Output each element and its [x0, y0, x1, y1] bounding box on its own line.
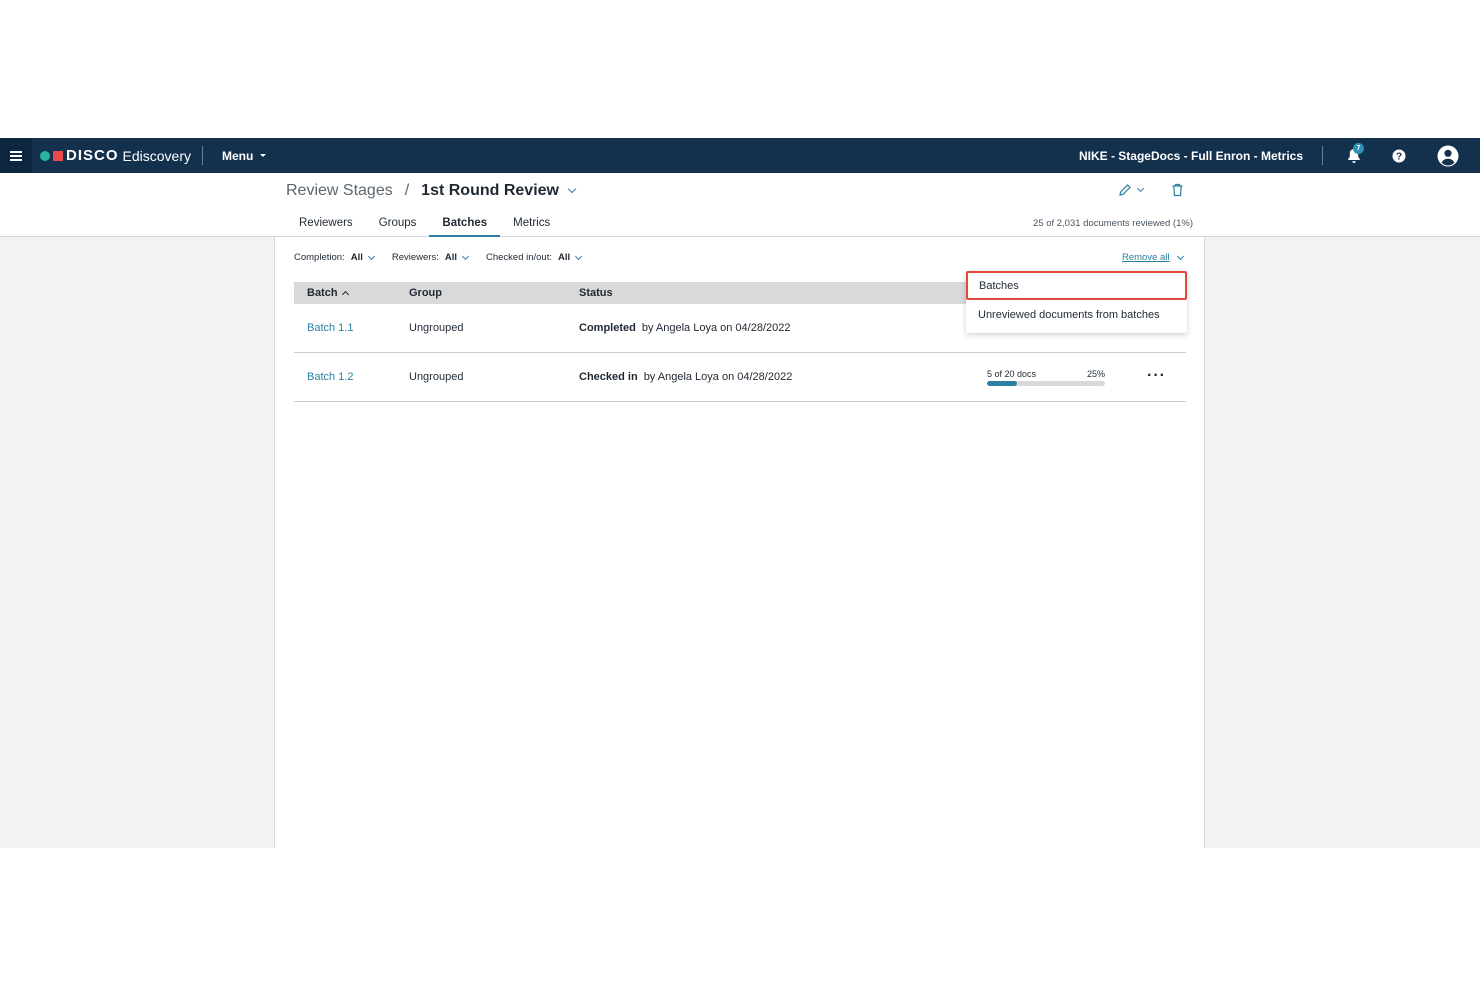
help-button[interactable]: ?: [1391, 138, 1407, 173]
progress-indicator: 5 of 20 docs 25%: [987, 369, 1105, 386]
notification-badge: 7: [1353, 143, 1364, 154]
completion-filter-label: Completion:: [294, 252, 345, 263]
status-detail: by Angela Loya on 04/28/2022: [643, 371, 793, 383]
delete-button[interactable]: [1171, 183, 1184, 202]
chevron-down-icon: [461, 252, 470, 260]
remove-all-button[interactable]: Remove all: [1122, 252, 1184, 263]
completion-filter-value: All: [350, 252, 363, 263]
group-cell: Ungrouped: [409, 371, 464, 383]
filter-bar: Completion: All Reviewers: All Checked i…: [294, 252, 599, 263]
dropdown-item-batches[interactable]: Batches: [966, 271, 1187, 300]
breadcrumb-review-stages[interactable]: Review Stages: [286, 182, 393, 200]
more-options-icon[interactable]: ···: [1129, 367, 1166, 384]
breadcrumb: Review Stages / 1st Round Review: [286, 182, 577, 200]
sort-ascending-icon: [341, 290, 349, 299]
status-value: Completed: [579, 322, 636, 334]
column-header-group[interactable]: Group: [409, 287, 579, 299]
reviewers-filter-value: All: [444, 252, 457, 263]
app-window: DISCO Ediscovery Menu NIKE - StageDocs -…: [0, 138, 1480, 848]
user-avatar[interactable]: [1436, 138, 1460, 173]
menu-button[interactable]: Menu: [222, 138, 267, 173]
breadcrumb-separator: /: [404, 182, 410, 199]
progress-docs-label: 5 of 20 docs: [987, 368, 1037, 379]
logo-sub: Ediscovery: [122, 147, 191, 164]
status-cell: Completed by Angela Loya on 04/28/2022: [579, 322, 987, 334]
progress-percent-label: 25%: [1086, 368, 1105, 379]
page-header: Review Stages / 1st Round Review Reviewe…: [0, 173, 1480, 238]
dropdown-item-unreviewed-documents[interactable]: Unreviewed documents from batches: [966, 300, 1187, 329]
chevron-down-icon[interactable]: [567, 184, 577, 194]
checked-filter-label: Checked in/out:: [485, 252, 552, 263]
svg-text:?: ?: [1396, 151, 1402, 162]
notifications-button[interactable]: 7: [1343, 138, 1365, 173]
table-row: Batch 1.2 Ungrouped Checked in by Angela …: [294, 353, 1186, 402]
chevron-down-icon: [367, 252, 375, 260]
chevron-down-icon: [575, 252, 583, 260]
status-cell: Checked in by Angela Loya on 04/28/2022: [579, 371, 987, 383]
group-cell: Ungrouped: [409, 322, 464, 334]
logo-square: [53, 150, 63, 161]
tab-reviewers[interactable]: Reviewers: [286, 209, 366, 237]
chevron-down-icon: [1136, 184, 1145, 193]
chevron-down-icon: [1176, 252, 1184, 260]
hamburger-menu-icon[interactable]: [0, 138, 32, 173]
checked-in-out-filter[interactable]: Checked in/out: All: [485, 252, 583, 263]
remove-all-dropdown: Batches Unreviewed documents from batche…: [966, 271, 1187, 333]
nav-divider: [1322, 146, 1323, 165]
actions-cell: ···: [1129, 368, 1186, 384]
status-value: Checked in: [579, 371, 638, 383]
column-header-batch[interactable]: Batch: [294, 287, 409, 299]
tab-bar: Reviewers Groups Batches Metrics: [286, 209, 563, 238]
batch-link[interactable]: Batch 1.1: [307, 322, 353, 334]
completion-filter[interactable]: Completion: All: [294, 252, 375, 263]
remove-all-label: Remove all: [1122, 252, 1170, 263]
top-nav: DISCO Ediscovery Menu NIKE - StageDocs -…: [0, 138, 1480, 173]
edit-button[interactable]: [1118, 183, 1145, 197]
progress-fill: [987, 380, 1017, 386]
progress-track: [987, 380, 1105, 386]
nav-divider: [202, 146, 203, 165]
logo-brand: DISCO: [66, 147, 119, 164]
progress-cell: 5 of 20 docs 25%: [987, 369, 1129, 386]
tab-metrics[interactable]: Metrics: [500, 209, 563, 237]
trash-icon: [1172, 183, 1183, 197]
column-header-status[interactable]: Status: [579, 287, 987, 299]
menu-label: Menu: [222, 148, 254, 163]
logo-dot: [40, 150, 50, 161]
documents-reviewed-count: 25 of 2,031 documents reviewed (1%): [1032, 218, 1193, 229]
reviewers-filter[interactable]: Reviewers: All: [391, 252, 470, 263]
batch-link[interactable]: Batch 1.2: [307, 371, 353, 383]
reviewers-filter-label: Reviewers:: [391, 252, 439, 263]
tab-groups[interactable]: Groups: [366, 209, 430, 237]
disco-logo[interactable]: DISCO Ediscovery: [40, 138, 191, 173]
checked-filter-value: All: [558, 252, 571, 263]
column-header-batch-label: Batch: [307, 287, 338, 299]
tab-batches[interactable]: Batches: [429, 209, 500, 238]
pencil-icon: [1119, 184, 1131, 196]
user-icon: [1437, 145, 1459, 166]
help-icon: ?: [1392, 149, 1406, 162]
case-name: NIKE - StageDocs - Full Enron - Metrics: [1078, 148, 1303, 163]
page-title: 1st Round Review: [421, 182, 559, 199]
status-detail: by Angela Loya on 04/28/2022: [641, 322, 791, 334]
caret-down-icon: [260, 154, 267, 157]
